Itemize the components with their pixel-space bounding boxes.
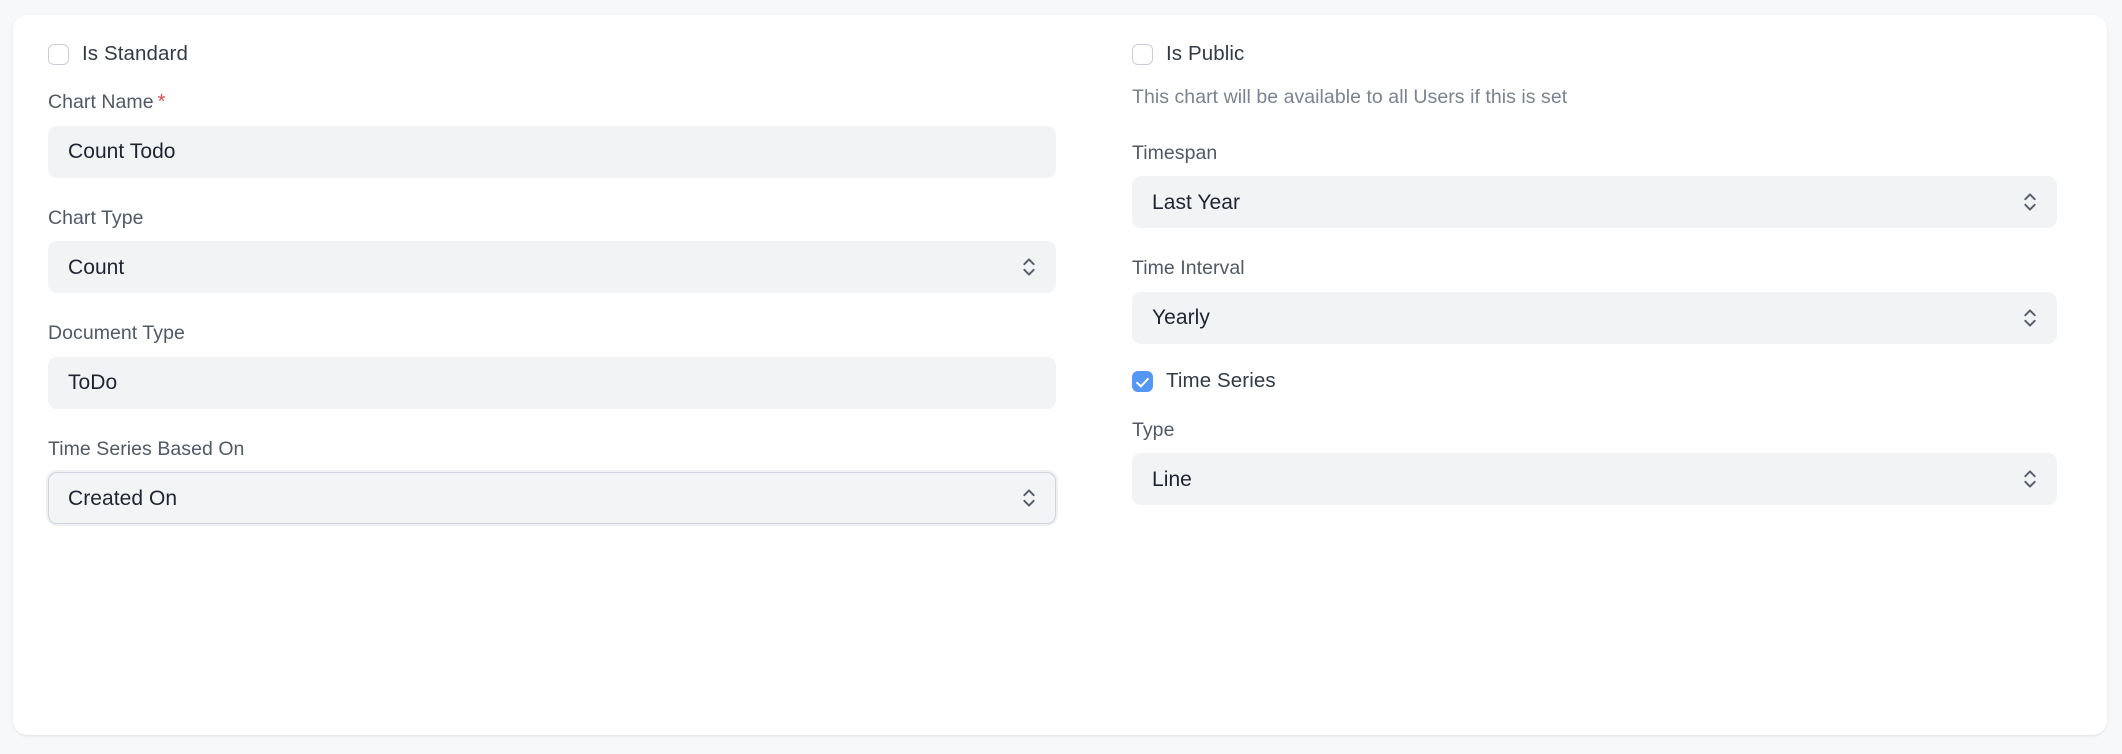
time-series-checkbox[interactable] xyxy=(1132,371,1153,392)
required-asterisk-icon: * xyxy=(158,91,166,113)
field-timespan: Timespan Last Year xyxy=(1132,144,2057,229)
chevron-up-down-icon xyxy=(1021,485,1037,511)
time-interval-value: Yearly xyxy=(1133,307,1210,328)
document-type-value: ToDo xyxy=(49,372,117,393)
is-public-checkbox-row[interactable]: Is Public xyxy=(1132,38,2057,70)
chart-name-value: Count Todo xyxy=(49,141,176,162)
chart-type-value: Count xyxy=(49,257,124,278)
time-series-based-on-select[interactable]: Created On xyxy=(48,472,1056,524)
chevron-up-down-icon xyxy=(2022,466,2038,492)
is-public-label: Is Public xyxy=(1166,44,1244,65)
type-value: Line xyxy=(1133,469,1192,490)
chart-settings-card: Is Standard Chart Name* Count Todo Chart… xyxy=(13,15,2107,735)
chevron-up-down-icon xyxy=(2022,189,2038,215)
field-document-type: Document Type ToDo xyxy=(48,324,1056,409)
chart-type-select[interactable]: Count xyxy=(48,241,1056,293)
is-standard-label: Is Standard xyxy=(82,44,188,65)
left-form-column: Is Standard Chart Name* Count Todo Chart… xyxy=(13,15,1090,735)
field-chart-name: Chart Name* Count Todo xyxy=(48,92,1056,178)
document-type-input[interactable]: ToDo xyxy=(48,357,1056,409)
is-public-help-text: This chart will be available to all User… xyxy=(1132,88,2057,108)
right-form-column: Is Public This chart will be available t… xyxy=(1090,15,2107,735)
document-type-label: Document Type xyxy=(48,324,1056,344)
chart-name-label: Chart Name* xyxy=(48,92,1056,113)
chevron-up-down-icon xyxy=(1021,254,1037,280)
timespan-label: Timespan xyxy=(1132,144,2057,164)
type-select[interactable]: Line xyxy=(1132,453,2057,505)
time-series-based-on-value: Created On xyxy=(49,488,177,509)
field-chart-type: Chart Type Count xyxy=(48,209,1056,294)
is-public-checkbox[interactable] xyxy=(1132,44,1153,65)
time-series-label: Time Series xyxy=(1166,371,1276,392)
time-interval-select[interactable]: Yearly xyxy=(1132,292,2057,344)
time-series-checkbox-row[interactable]: Time Series xyxy=(1132,366,2057,398)
is-standard-checkbox-row[interactable]: Is Standard xyxy=(48,38,1056,70)
field-time-interval: Time Interval Yearly xyxy=(1132,259,2057,344)
time-series-based-on-label: Time Series Based On xyxy=(48,440,1056,460)
timespan-value: Last Year xyxy=(1133,192,1240,213)
chart-name-input[interactable]: Count Todo xyxy=(48,126,1056,178)
form-columns: Is Standard Chart Name* Count Todo Chart… xyxy=(13,15,2107,735)
is-standard-checkbox[interactable] xyxy=(48,44,69,65)
time-interval-label: Time Interval xyxy=(1132,259,2057,279)
chart-name-label-text: Chart Name xyxy=(48,91,154,113)
field-type: Type Line xyxy=(1132,421,2057,506)
timespan-select[interactable]: Last Year xyxy=(1132,176,2057,228)
field-time-series-based-on: Time Series Based On Created On xyxy=(48,440,1056,525)
chart-type-label: Chart Type xyxy=(48,209,1056,229)
chevron-up-down-icon xyxy=(2022,305,2038,331)
type-label: Type xyxy=(1132,421,2057,441)
